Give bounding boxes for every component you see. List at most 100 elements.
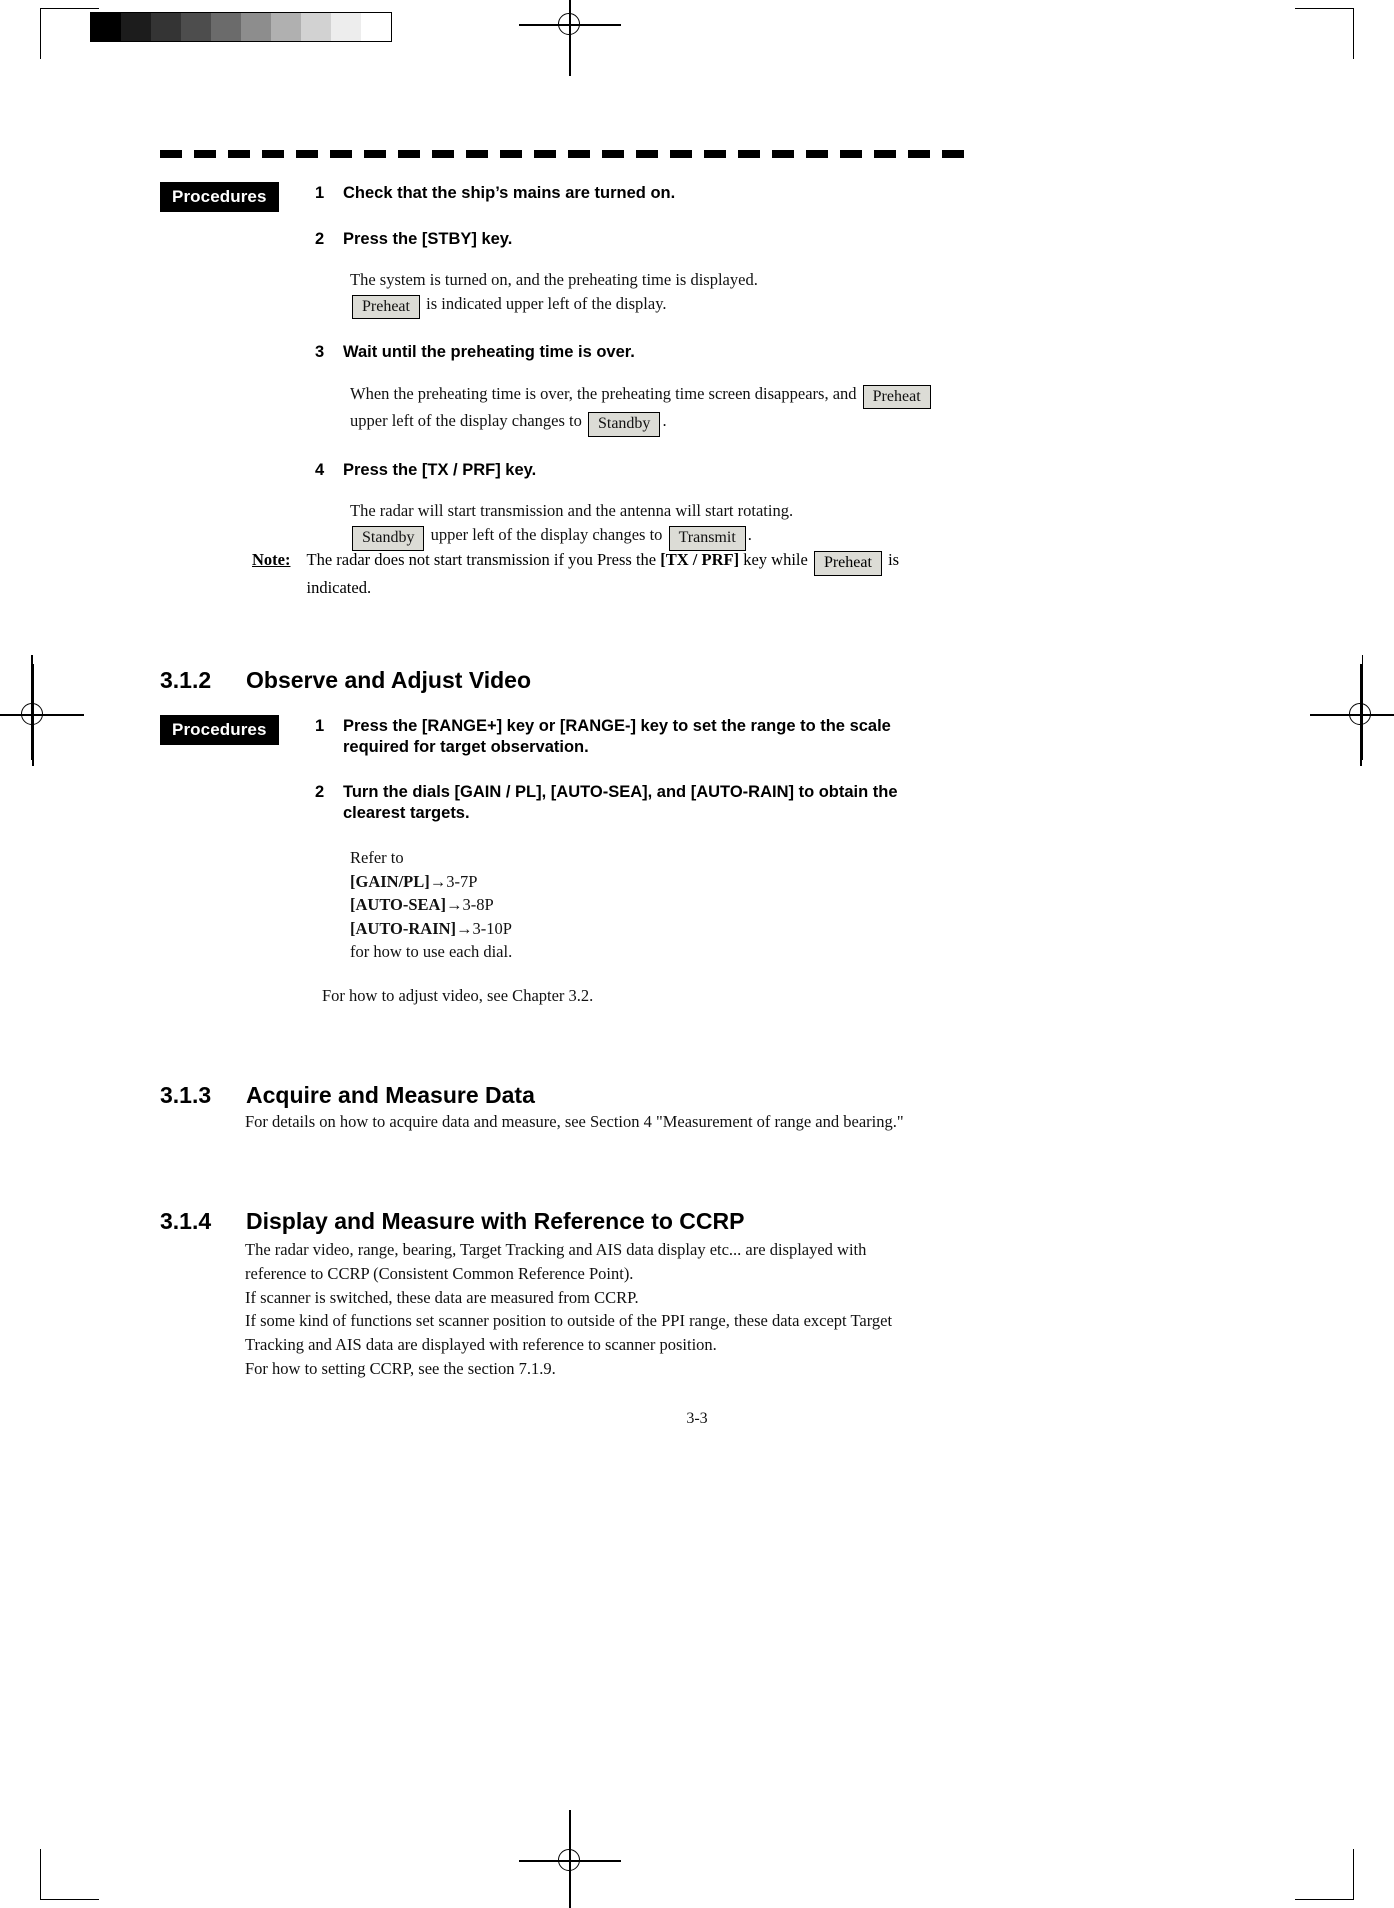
section-paragraph-314: The radar video, range, bearing, Target … bbox=[245, 1238, 945, 1381]
grayscale-swatch-8 bbox=[331, 13, 361, 41]
refer-key: [GAIN/PL] bbox=[350, 871, 430, 891]
refer-target: 3-7P bbox=[446, 871, 478, 891]
grayscale-swatch-0 bbox=[91, 13, 121, 41]
document-page: Procedures 1 Check that the ship’s mains… bbox=[0, 0, 1394, 1908]
grayscale-swatch-4 bbox=[211, 13, 241, 41]
crop-mark-top-right bbox=[1295, 8, 1354, 59]
step-title: Check that the ship’s mains are turned o… bbox=[343, 184, 676, 202]
step-body-line: Preheat is indicated upper left of the d… bbox=[350, 292, 955, 320]
grayscale-calibration-strip bbox=[90, 12, 392, 42]
grayscale-swatch-7 bbox=[301, 13, 331, 41]
paragraph-line: If some kind of functions set scanner po… bbox=[245, 1311, 893, 1331]
step-body-text: is indicated upper left of the display. bbox=[426, 293, 667, 313]
indicator-box-preheat: Preheat bbox=[813, 551, 882, 576]
step-body-text: upper left of the display changes to bbox=[350, 411, 582, 431]
refer-arrow: → bbox=[445, 895, 463, 915]
procedures-tag: Procedures bbox=[160, 182, 279, 212]
note-text-before: The radar does not start transmission if… bbox=[306, 550, 661, 569]
note-text-line2: indicated. bbox=[306, 577, 372, 597]
procedure-step: 1 Check that the ship’s mains are turned… bbox=[315, 183, 955, 204]
section-paragraph-313: For details on how to acquire data and m… bbox=[245, 1112, 904, 1131]
step-body-text: When the preheating time is over, the pr… bbox=[350, 383, 857, 403]
indicator-box-preheat: Preheat bbox=[862, 384, 931, 410]
step-title: Press the [RANGE+] key or [RANGE-] key t… bbox=[343, 717, 891, 757]
refer-target: 3-10P bbox=[472, 918, 512, 938]
note-label: Note: bbox=[252, 550, 291, 569]
section-heading-312: 3.1.2 Observe and Adjust Video bbox=[160, 667, 531, 694]
step-title: Press the [STBY] key. bbox=[343, 230, 513, 249]
section-number: 3.1.4 bbox=[160, 1208, 212, 1235]
crop-mark-bottom-left bbox=[40, 1849, 99, 1900]
procedures-tag-row-1: Procedures bbox=[160, 182, 279, 212]
paragraph-line: If scanner is switched, these data are m… bbox=[245, 1287, 639, 1307]
section-number: 3.1.3 bbox=[160, 1082, 212, 1109]
refer-entry: [AUTO-RAIN]→3-10P bbox=[350, 917, 960, 940]
paragraph-line: Tracking and AIS data are displayed with… bbox=[245, 1335, 717, 1354]
section-heading-313: 3.1.3 Acquire and Measure Data bbox=[160, 1082, 535, 1109]
step-number: 1 bbox=[315, 717, 325, 735]
step-title: Wait until the preheating time is over. bbox=[343, 343, 635, 362]
note-body: The radar does not start transmission if… bbox=[306, 548, 952, 599]
step-number: 3 bbox=[315, 343, 325, 362]
procedures-tag: Procedures bbox=[160, 715, 279, 745]
procedure-step: 1 Press the [RANGE+] key or [RANGE-] key… bbox=[315, 716, 960, 758]
refer-entry: [GAIN/PL]→3-7P bbox=[350, 870, 960, 893]
section-heading-314: 3.1.4 Display and Measure with Reference … bbox=[160, 1208, 744, 1235]
page-number: 3-3 bbox=[686, 1410, 708, 1427]
step-body-text: upper left of the display changes to bbox=[430, 524, 663, 544]
indicator-box-preheat: Preheat bbox=[352, 294, 420, 320]
step-body: The system is turned on, and the preheat… bbox=[350, 268, 955, 320]
step-body-line: The system is turned on, and the preheat… bbox=[350, 268, 955, 291]
step-body-text: . bbox=[747, 524, 752, 544]
step-number: 1 bbox=[315, 184, 325, 202]
step-body-text: The radar will start transmission and th… bbox=[350, 501, 794, 521]
refer-key: [AUTO-RAIN] bbox=[350, 918, 457, 938]
indicator-box-standby: Standby bbox=[352, 525, 425, 551]
step-number: 2 bbox=[315, 783, 325, 802]
step-body: When the preheating time is over, the pr… bbox=[350, 382, 982, 438]
grayscale-swatch-3 bbox=[181, 13, 211, 41]
refer-arrow: → bbox=[456, 918, 473, 938]
procedure-steps-311: 1 Check that the ship’s mains are turned… bbox=[315, 183, 955, 551]
indicator-box-standby: Standby bbox=[587, 412, 661, 438]
refer-arrow: → bbox=[429, 871, 447, 891]
page-footer: 3-3 bbox=[0, 1410, 1394, 1428]
section-title: Display and Measure with Reference to CC… bbox=[246, 1208, 745, 1235]
section-title: Observe and Adjust Video bbox=[246, 667, 532, 694]
refer-block: Refer to [GAIN/PL]→3-7P [AUTO-SEA]→3-8P … bbox=[350, 846, 960, 963]
procedure-step: 2 Turn the dials [GAIN / PL], [AUTO-SEA]… bbox=[315, 782, 935, 824]
step-body-line: Standby upper left of the display change… bbox=[350, 523, 955, 551]
closing-note-312: For how to adjust video, see Chapter 3.2… bbox=[322, 986, 594, 1005]
registration-mark-left bbox=[0, 664, 84, 766]
section-number: 3.1.2 bbox=[160, 667, 212, 694]
refer-intro: Refer to bbox=[350, 848, 404, 868]
grayscale-swatch-6 bbox=[271, 13, 301, 41]
step-body-line: The radar will start transmission and th… bbox=[350, 499, 955, 522]
refer-target: 3-8P bbox=[462, 895, 494, 915]
step-body-text: The system is turned on, and the preheat… bbox=[350, 270, 758, 290]
grayscale-swatch-9 bbox=[361, 13, 391, 41]
step-body-line: upper left of the display changes to Sta… bbox=[350, 409, 982, 438]
procedure-step: 2 Press the [STBY] key. bbox=[315, 229, 955, 250]
procedure-step: 4 Press the [TX / PRF] key. bbox=[315, 460, 955, 481]
note-text-tail: is bbox=[888, 550, 900, 569]
procedure-steps-312: 1 Press the [RANGE+] key or [RANGE-] key… bbox=[315, 716, 960, 964]
paragraph-line: For how to setting CCRP, see the section… bbox=[245, 1358, 556, 1378]
paragraph-line: reference to CCRP (Consistent Common Ref… bbox=[245, 1263, 634, 1283]
step-number: 2 bbox=[315, 230, 325, 249]
note-key: [TX / PRF] bbox=[660, 550, 740, 569]
step-title: Turn the dials [GAIN / PL], [AUTO-SEA], … bbox=[343, 783, 898, 823]
grayscale-swatch-1 bbox=[121, 13, 151, 41]
crop-mark-bottom-right bbox=[1295, 1849, 1354, 1900]
paragraph-line: The radar video, range, bearing, Target … bbox=[245, 1240, 867, 1259]
procedure-step: 3 Wait until the preheating time is over… bbox=[315, 342, 955, 363]
refer-outro: for how to use each dial. bbox=[350, 942, 513, 962]
refer-key: [AUTO-SEA] bbox=[350, 895, 446, 915]
note-block: Note: The radar does not start transmiss… bbox=[252, 548, 952, 599]
step-body-text: . bbox=[662, 411, 667, 431]
refer-entry: [AUTO-SEA]→3-8P bbox=[350, 893, 960, 916]
step-title: Press the [TX / PRF] key. bbox=[343, 461, 537, 480]
indicator-box-transmit: Transmit bbox=[668, 525, 746, 551]
step-body-line: When the preheating time is over, the pr… bbox=[350, 382, 982, 410]
registration-mark-right bbox=[1310, 664, 1394, 766]
